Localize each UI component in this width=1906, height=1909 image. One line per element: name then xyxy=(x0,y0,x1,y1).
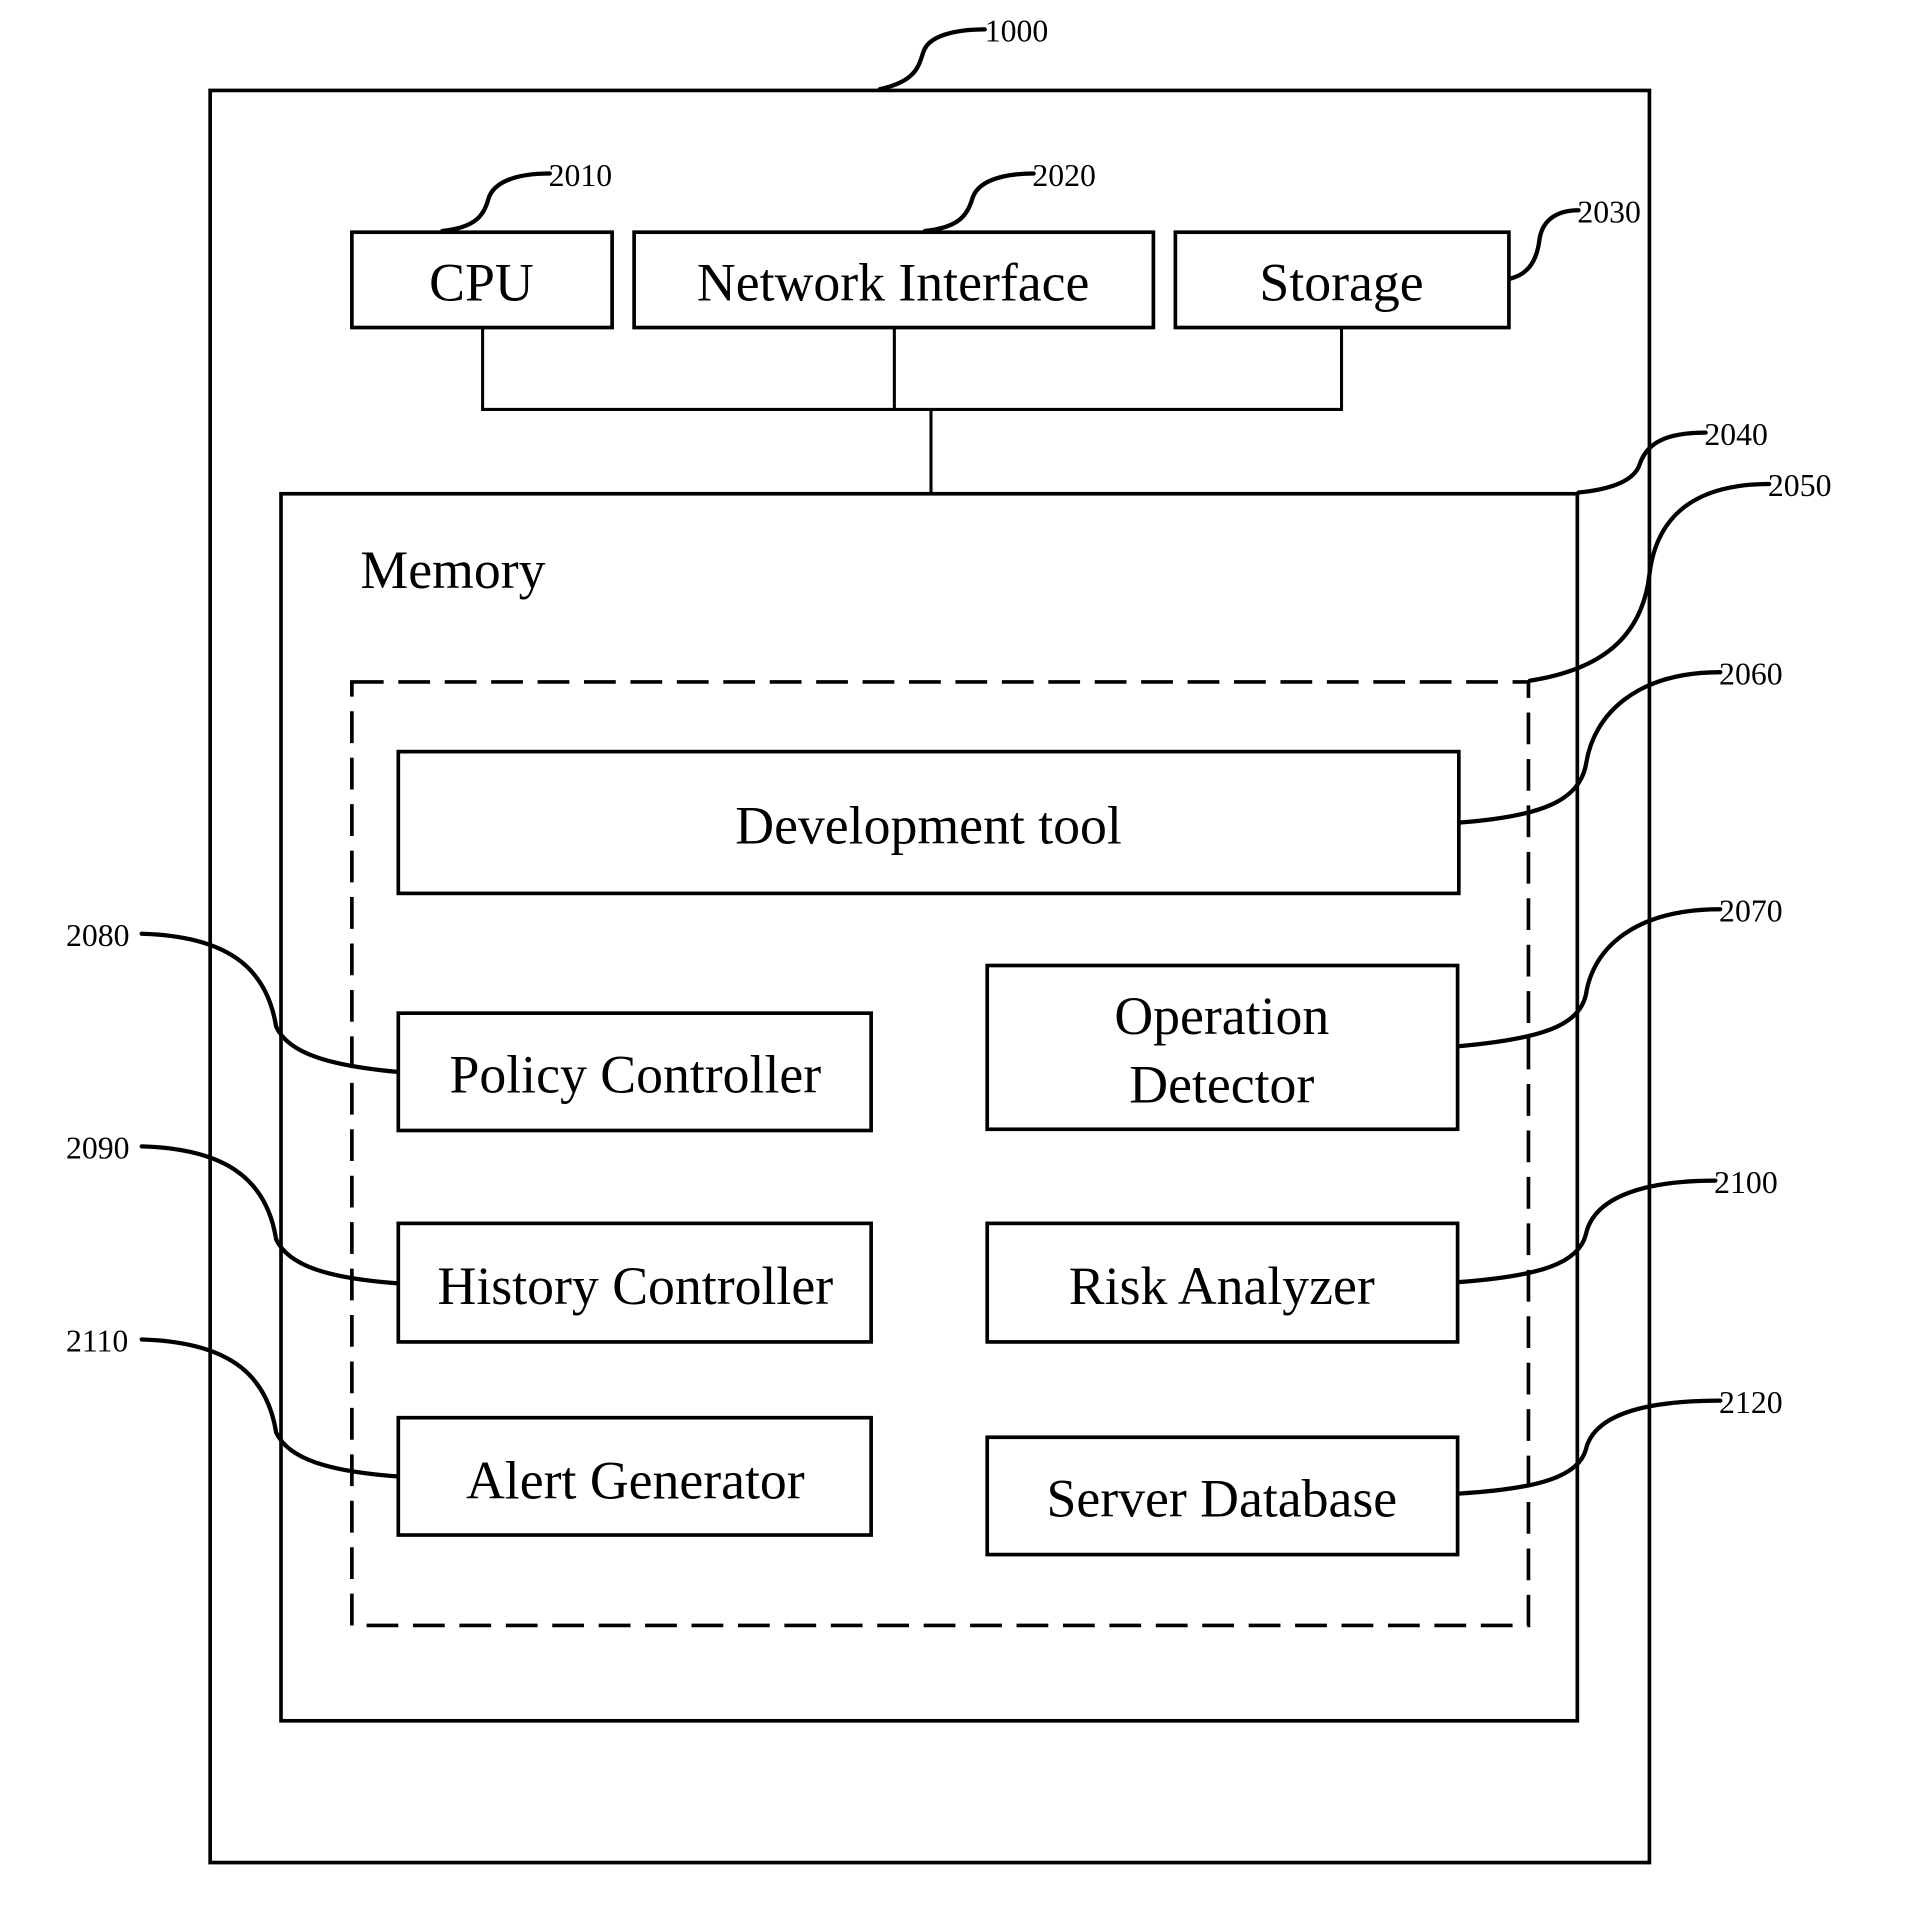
network-interface-label: Network Interface xyxy=(697,253,1089,313)
system-block-diagram: 1000 CPU 2010 Network Interface 2020 Sto… xyxy=(66,14,1832,1865)
module-group-ref: 2050 xyxy=(1768,468,1832,503)
cpu-leader xyxy=(440,171,552,234)
system-leader xyxy=(877,27,987,92)
storage-leader xyxy=(1508,208,1581,281)
cpu-bus-line xyxy=(481,327,1344,411)
storage-ref: 2030 xyxy=(1577,194,1641,229)
memory-label: Memory xyxy=(360,540,545,600)
risk-analyzer-ref: 2100 xyxy=(1714,1165,1778,1200)
cpu-label: CPU xyxy=(429,253,534,313)
server-database-label: Server Database xyxy=(1046,1469,1397,1529)
operation-detector-ref: 2070 xyxy=(1719,893,1783,928)
memory-ref: 2040 xyxy=(1704,417,1768,452)
server-database-ref: 2120 xyxy=(1719,1385,1783,1420)
development-tool-label: Development tool xyxy=(735,795,1122,855)
memory-leader xyxy=(1576,430,1708,495)
policy-controller-label: Policy Controller xyxy=(449,1045,821,1105)
policy-controller-ref: 2080 xyxy=(66,918,130,953)
operation-detector-label-line2: Detector xyxy=(1129,1054,1314,1114)
history-controller-label: History Controller xyxy=(438,1256,834,1316)
network-interface-ref: 2020 xyxy=(1032,158,1096,193)
storage-label: Storage xyxy=(1259,253,1423,313)
network-interface-leader xyxy=(922,171,1036,234)
development-tool-ref: 2060 xyxy=(1719,656,1783,691)
operation-detector-label-line1: Operation xyxy=(1114,986,1329,1046)
alert-generator-label: Alert Generator xyxy=(466,1450,805,1510)
cpu-ref: 2010 xyxy=(549,158,613,193)
history-controller-ref: 2090 xyxy=(66,1131,130,1166)
system-ref: 1000 xyxy=(985,14,1049,49)
alert-generator-ref: 2110 xyxy=(66,1324,128,1359)
risk-analyzer-label: Risk Analyzer xyxy=(1069,1256,1375,1316)
